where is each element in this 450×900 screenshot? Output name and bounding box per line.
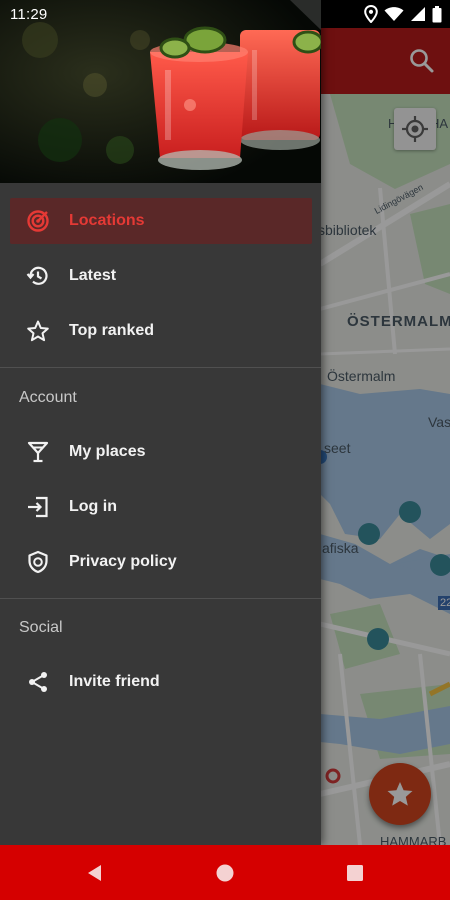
home-icon[interactable] xyxy=(214,862,236,884)
wifi-icon xyxy=(384,7,404,21)
status-bar: 11:29 xyxy=(0,0,450,28)
drawer-divider xyxy=(0,367,321,368)
drawer-divider xyxy=(0,598,321,599)
section-header-account: Account xyxy=(19,389,77,406)
nav-item-top-ranked[interactable]: Top ranked xyxy=(10,308,312,354)
section-header-social: Social xyxy=(19,619,63,636)
history-icon xyxy=(26,266,48,285)
status-time: 11:29 xyxy=(10,6,48,23)
star-outline-icon xyxy=(27,320,49,342)
battery-icon xyxy=(432,5,442,22)
location-icon xyxy=(364,5,378,23)
nav-item-privacy-policy[interactable]: Privacy policy xyxy=(10,539,312,585)
navigation-drawer: Locations Latest Top ranked Account My p… xyxy=(0,0,321,845)
nav-item-log-in[interactable]: Log in xyxy=(10,484,312,530)
signal-icon xyxy=(411,7,425,21)
back-icon[interactable] xyxy=(84,862,106,884)
nav-item-invite-friend[interactable]: Invite friend xyxy=(10,659,312,705)
system-nav-bar xyxy=(0,845,450,900)
cocktail-glass-icon xyxy=(27,441,49,463)
status-icons xyxy=(364,5,442,23)
nav-item-locations[interactable]: Locations xyxy=(10,198,312,244)
nav-item-my-places[interactable]: My places xyxy=(10,429,312,475)
nav-item-label: My places xyxy=(69,443,146,460)
nav-item-label: Top ranked xyxy=(69,322,155,339)
recents-icon[interactable] xyxy=(344,862,366,884)
share-icon xyxy=(29,672,47,692)
nav-item-label: Invite friend xyxy=(69,673,160,690)
radar-icon xyxy=(27,210,49,232)
nav-item-label: Locations xyxy=(69,212,145,229)
nav-item-label: Privacy policy xyxy=(69,553,177,570)
shield-icon xyxy=(28,550,48,574)
login-icon xyxy=(28,496,48,518)
nav-item-label: Latest xyxy=(69,267,117,284)
nav-item-label: Log in xyxy=(69,498,117,515)
nav-item-latest[interactable]: Latest xyxy=(10,253,312,299)
